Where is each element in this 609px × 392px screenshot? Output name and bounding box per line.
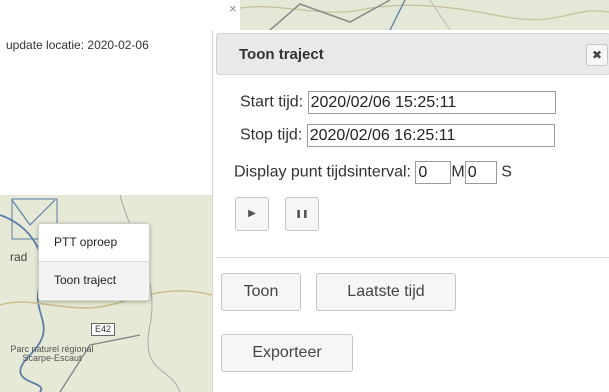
close-icon[interactable]: ✖ (586, 44, 608, 66)
interval-seconds-input[interactable] (464, 161, 497, 184)
park-label: Parc naturel régional Scarpe-Escaut (10, 344, 94, 363)
info-popup-close-icon[interactable]: × (229, 1, 237, 16)
latest-time-button[interactable]: Laatste tijd (316, 273, 456, 311)
start-time-input[interactable] (307, 91, 556, 114)
menu-item-show-track[interactable]: Toon traject (39, 261, 149, 299)
start-time-row: Start tijd: (240, 91, 556, 114)
info-popup: update locatie: 2020-02-06 (0, 0, 212, 195)
pause-button[interactable]: ❚❚ (285, 197, 319, 231)
dialog-title: Toon traject (239, 46, 324, 63)
pause-icon: ❚❚ (295, 209, 309, 218)
interval-minutes-input[interactable] (415, 161, 452, 184)
interval-row: Display punt tijdsinterval: M S (234, 161, 512, 184)
show-track-dialog: Toon traject ✖ Start tijd: Stop tijd: Di… (212, 30, 609, 392)
update-location-text: update locatie: 2020-02-06 (6, 38, 149, 52)
stop-time-label: Stop tijd: (240, 126, 303, 144)
toon-button[interactable]: Toon (221, 273, 301, 311)
context-menu: PTT oproep Toon traject (38, 223, 150, 301)
road-shield-e42: E42 (91, 323, 116, 336)
map-place-label: rad (10, 250, 28, 264)
stop-time-row: Stop tijd: (240, 124, 555, 147)
map-view-top[interactable] (240, 0, 609, 30)
stop-time-input[interactable] (306, 124, 555, 147)
menu-item-ptt-call[interactable]: PTT oproep (39, 224, 149, 261)
start-time-label: Start tijd: (240, 93, 304, 111)
export-button[interactable]: Exporteer (221, 334, 353, 372)
seconds-unit: S (501, 163, 512, 181)
play-icon: ▶ (248, 208, 256, 219)
minutes-unit: M (451, 163, 465, 181)
dialog-header[interactable]: Toon traject ✖ (216, 33, 609, 75)
interval-label: Display punt tijdsinterval: (234, 163, 411, 181)
play-button[interactable]: ▶ (235, 197, 269, 231)
divider (216, 257, 609, 258)
